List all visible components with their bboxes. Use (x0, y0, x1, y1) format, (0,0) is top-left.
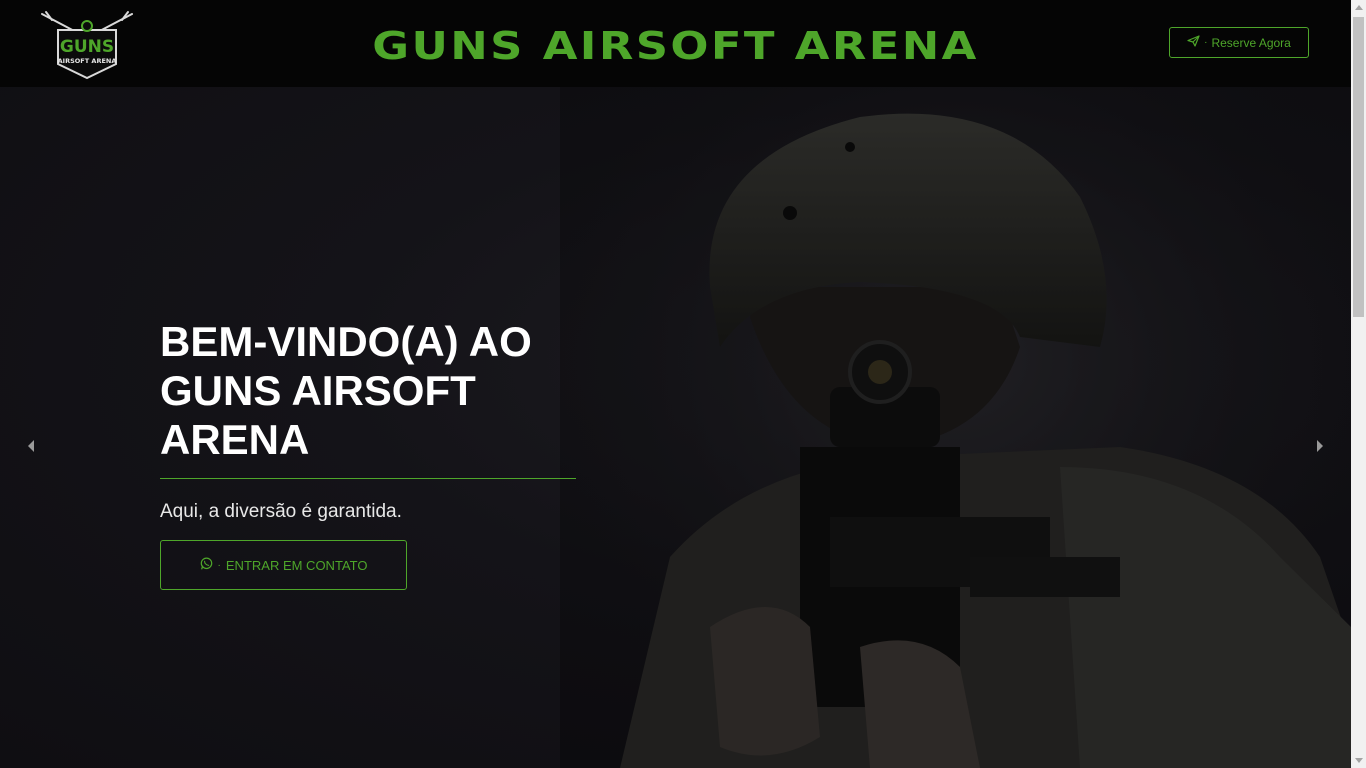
page: GUNS AIRSOFT ARENA GUNS AIRSOFT ARENA · … (0, 0, 1351, 768)
top-navbar: GUNS AIRSOFT ARENA GUNS AIRSOFT ARENA · … (0, 0, 1351, 87)
chevron-right-icon[interactable] (1317, 440, 1323, 452)
paper-plane-icon (1187, 35, 1200, 50)
soldier-hero-image (560, 87, 1351, 768)
contact-button[interactable]: · ENTRAR EM CONTATO (160, 540, 407, 590)
vertical-scrollbar[interactable] (1351, 0, 1366, 768)
reserve-now-button[interactable]: · Reserve Agora (1169, 27, 1309, 58)
site-title: GUNS AIRSOFT ARENA (372, 24, 979, 68)
reserve-button-separator: · (1204, 37, 1208, 48)
hero-content: BEM-VINDO(A) AO GUNS AIRSOFT ARENA Aqui,… (160, 317, 576, 590)
hero-subtitle: Aqui, a diversão é garantida. (160, 501, 402, 522)
hero-title: BEM-VINDO(A) AO GUNS AIRSOFT ARENA (160, 318, 532, 463)
whatsapp-icon (200, 557, 213, 573)
scrollbar-thumb[interactable] (1353, 17, 1364, 317)
hero-divider (160, 478, 576, 479)
scroll-down-arrow-icon[interactable] (1355, 758, 1363, 763)
contact-button-label: ENTRAR EM CONTATO (225, 557, 368, 573)
reserve-button-label: Reserve Agora (1211, 35, 1291, 50)
contact-button-separator: · (217, 559, 221, 571)
scroll-up-arrow-icon[interactable] (1355, 5, 1363, 10)
chevron-left-icon[interactable] (28, 440, 34, 452)
hero-carousel: BEM-VINDO(A) AO GUNS AIRSOFT ARENA Aqui,… (0, 87, 1351, 768)
